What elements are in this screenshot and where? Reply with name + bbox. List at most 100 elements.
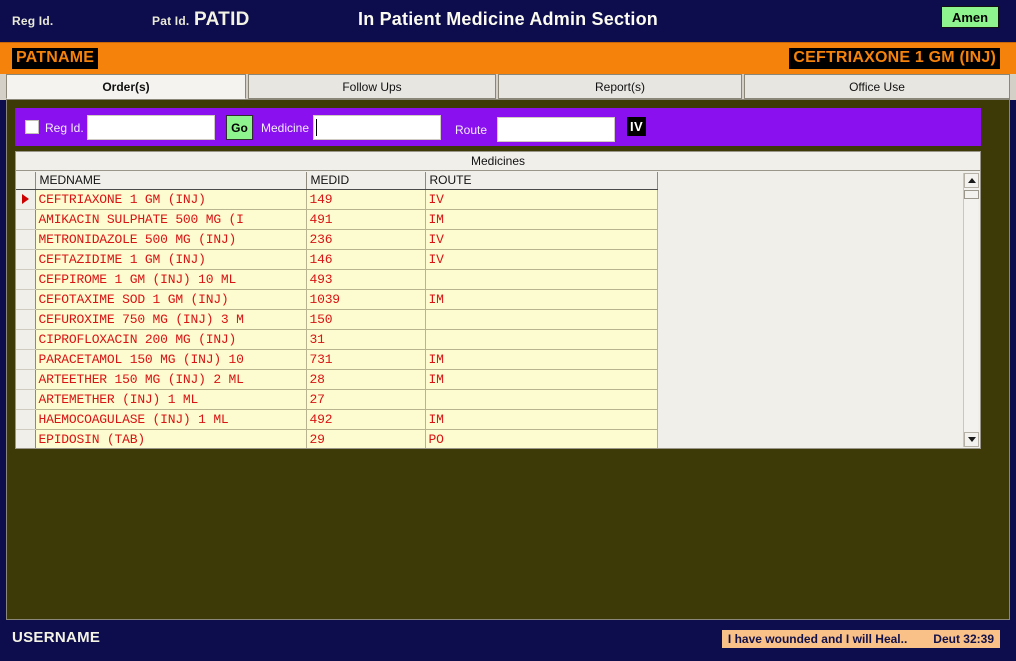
patient-name-badge: PATNAME <box>12 48 99 69</box>
row-selector-cell[interactable] <box>16 369 36 390</box>
row-selector-cell[interactable] <box>16 389 36 410</box>
column-header-route[interactable]: ROUTE <box>425 172 658 190</box>
cell-medname[interactable]: CEFTAZIDIME 1 GM (INJ) <box>35 249 307 270</box>
column-header-medname[interactable]: MEDNAME <box>35 172 307 190</box>
header-pat-id-label: Pat Id. <box>152 14 190 28</box>
tab-follow-ups[interactable]: Follow Ups <box>248 74 496 99</box>
cell-medname[interactable]: METRONIDAZOLE 500 MG (INJ) <box>35 229 307 250</box>
cell-medname[interactable]: CIPROFLOXACIN 200 MG (INJ) <box>35 329 307 350</box>
row-selector-cell[interactable] <box>16 349 36 370</box>
patient-banner: PATNAME CEFTRIAXONE 1 GM (INJ) <box>0 42 1016 74</box>
text-caret <box>316 119 317 136</box>
tab-office-use[interactable]: Office Use <box>744 74 1010 99</box>
cell-medid[interactable]: 27 <box>306 389 426 410</box>
cell-route[interactable]: IV <box>425 189 658 210</box>
medicines-grid-body[interactable]: MEDNAME MEDID ROUTE CEFTRIAXONE 1 GM (IN… <box>16 172 980 448</box>
cell-route[interactable]: IV <box>425 249 658 270</box>
table-row[interactable]: CEFPIROME 1 GM (INJ) 10 ML 493 <box>16 269 658 290</box>
row-selector-cell[interactable] <box>16 409 36 430</box>
cell-route[interactable] <box>425 329 658 350</box>
route-input[interactable] <box>497 117 615 142</box>
row-selector-cell[interactable] <box>16 309 36 330</box>
cell-route[interactable]: IM <box>425 369 658 390</box>
row-selector-cell[interactable] <box>16 329 36 350</box>
scrollbar-thumb[interactable] <box>964 190 979 199</box>
cell-medid[interactable]: 731 <box>306 349 426 370</box>
reg-id-input[interactable] <box>87 115 215 140</box>
amen-button[interactable]: Amen <box>941 6 999 28</box>
scroll-down-button[interactable] <box>964 432 979 447</box>
reg-id-label: Reg Id. <box>45 121 84 135</box>
cell-medname[interactable]: CEFOTAXIME SOD 1 GM (INJ) <box>35 289 307 310</box>
row-selector-cell[interactable] <box>16 289 36 310</box>
table-row[interactable]: ARTEMETHER (INJ) 1 ML 27 <box>16 389 658 410</box>
cell-medname[interactable]: PARACETAMOL 150 MG (INJ) 10 <box>35 349 307 370</box>
table-row[interactable]: CEFOTAXIME SOD 1 GM (INJ) 1039 IM <box>16 289 658 310</box>
cell-medname[interactable]: ARTEMETHER (INJ) 1 ML <box>35 389 307 410</box>
application-window: Reg Id. Pat Id. PATID In Patient Medicin… <box>0 0 1016 661</box>
cell-medid[interactable]: 29 <box>306 429 426 448</box>
scroll-up-button[interactable] <box>964 173 979 188</box>
logged-in-username: USERNAME <box>12 629 101 646</box>
row-selector-cell[interactable] <box>16 269 36 290</box>
table-row[interactable]: CEFTAZIDIME 1 GM (INJ) 146 IV <box>16 249 658 270</box>
row-selector-cell[interactable] <box>16 229 36 250</box>
grid-vertical-scrollbar[interactable] <box>963 173 979 447</box>
table-row[interactable]: AMIKACIN SULPHATE 500 MG (I 491 IM <box>16 209 658 230</box>
cell-route[interactable]: IV <box>425 229 658 250</box>
row-selector-cell[interactable] <box>16 429 36 448</box>
table-row[interactable]: METRONIDAZOLE 500 MG (INJ) 236 IV <box>16 229 658 250</box>
go-button[interactable]: Go <box>226 115 253 140</box>
row-selector-cell[interactable] <box>16 249 36 270</box>
cell-medid[interactable]: 28 <box>306 369 426 390</box>
cell-medname[interactable]: AMIKACIN SULPHATE 500 MG (I <box>35 209 307 230</box>
cell-medid[interactable]: 493 <box>306 269 426 290</box>
cell-route[interactable] <box>425 309 658 330</box>
verse-text: I have wounded and I will Heal.. <box>727 632 908 646</box>
cell-medid[interactable]: 149 <box>306 189 426 210</box>
cell-medname[interactable]: CEFPIROME 1 GM (INJ) 10 ML <box>35 269 307 290</box>
cell-medid[interactable]: 491 <box>306 209 426 230</box>
table-row[interactable]: CEFTRIAXONE 1 GM (INJ) 149 IV <box>16 189 658 210</box>
table-row[interactable]: EPIDOSIN (TAB) 29 PO <box>16 429 658 448</box>
row-selector-cell[interactable] <box>16 189 36 210</box>
cell-medname[interactable]: HAEMOCOAGULASE (INJ) 1 ML <box>35 409 307 430</box>
cell-route[interactable]: IM <box>425 289 658 310</box>
cell-medid[interactable]: 1039 <box>306 289 426 310</box>
cell-medid[interactable]: 492 <box>306 409 426 430</box>
cell-medid[interactable]: 236 <box>306 229 426 250</box>
cell-route[interactable]: IM <box>425 409 658 430</box>
cell-route[interactable] <box>425 389 658 410</box>
top-header-bar: Reg Id. Pat Id. PATID In Patient Medicin… <box>0 0 1016 42</box>
cell-medid[interactable]: 31 <box>306 329 426 350</box>
cell-route[interactable]: IM <box>425 209 658 230</box>
table-header-row: MEDNAME MEDID ROUTE <box>16 172 658 190</box>
table-row[interactable]: CIPROFLOXACIN 200 MG (INJ) 31 <box>16 329 658 350</box>
medicine-input[interactable] <box>313 115 441 140</box>
tab-reports[interactable]: Report(s) <box>498 74 742 99</box>
cell-medname[interactable]: CEFTRIAXONE 1 GM (INJ) <box>35 189 307 210</box>
cell-route[interactable] <box>425 269 658 290</box>
route-value-badge: IV <box>627 117 647 136</box>
reg-id-checkbox[interactable] <box>25 120 39 134</box>
medicines-grid-panel: Medicines MEDNAME MEDID ROUTE CEFTRIAXON… <box>15 151 981 449</box>
search-toolbar: Reg Id. Go Medicine Route IV <box>15 108 981 146</box>
column-header-medid[interactable]: MEDID <box>306 172 426 190</box>
table-row[interactable]: HAEMOCOAGULASE (INJ) 1 ML 492 IM <box>16 409 658 430</box>
cell-route[interactable]: IM <box>425 349 658 370</box>
tab-orders[interactable]: Order(s) <box>6 74 246 99</box>
table-row[interactable]: ARTEETHER 150 MG (INJ) 2 ML 28 IM <box>16 369 658 390</box>
medicines-table: MEDNAME MEDID ROUTE CEFTRIAXONE 1 GM (IN… <box>16 172 658 448</box>
orders-tab-panel: Reg Id. Go Medicine Route IV Medicines M… <box>6 99 1010 620</box>
cell-medid[interactable]: 150 <box>306 309 426 330</box>
cell-medname[interactable]: ARTEETHER 150 MG (INJ) 2 ML <box>35 369 307 390</box>
cell-medid[interactable]: 146 <box>306 249 426 270</box>
table-row[interactable]: PARACETAMOL 150 MG (INJ) 10 731 IM <box>16 349 658 370</box>
row-selector-cell[interactable] <box>16 209 36 230</box>
cell-medname[interactable]: CEFUROXIME 750 MG (INJ) 3 M <box>35 309 307 330</box>
cell-medname[interactable]: EPIDOSIN (TAB) <box>35 429 307 448</box>
chevron-down-icon <box>967 437 976 442</box>
header-reg-id-label: Reg Id. <box>12 14 54 28</box>
table-row[interactable]: CEFUROXIME 750 MG (INJ) 3 M 150 <box>16 309 658 330</box>
cell-route[interactable]: PO <box>425 429 658 448</box>
